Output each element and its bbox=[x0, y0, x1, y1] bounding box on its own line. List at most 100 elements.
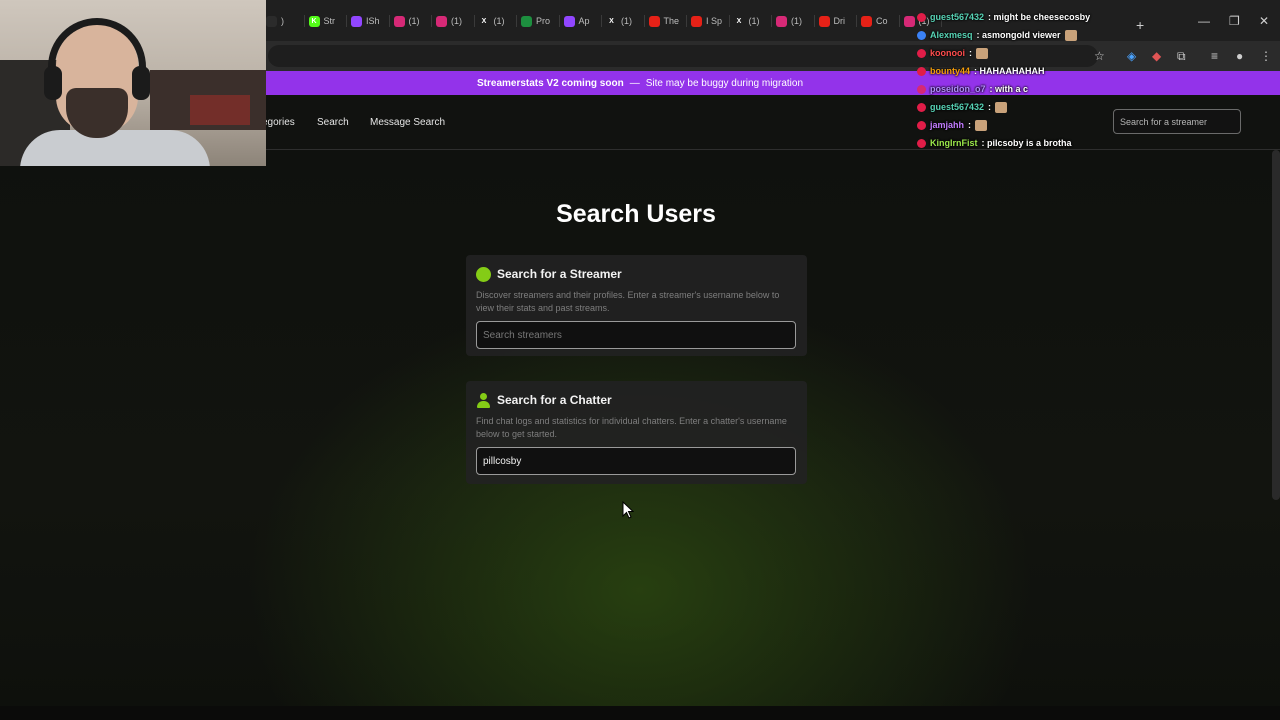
browser-tab[interactable]: Ap bbox=[560, 9, 602, 33]
chat-username: KingIrnFist bbox=[930, 138, 978, 148]
media-control-icon[interactable]: ≡ bbox=[1211, 49, 1218, 63]
chat-badge-icon bbox=[917, 66, 926, 76]
kick-icon: K bbox=[308, 15, 320, 27]
chat-message: koonooi: bbox=[917, 44, 1157, 62]
chat-emote-icon bbox=[975, 119, 988, 131]
tab-label: I Sp bbox=[706, 16, 723, 26]
tab-label: Dri bbox=[833, 16, 846, 26]
card-title: Search for a Streamer bbox=[497, 267, 622, 281]
browser-tab[interactable]: X (1) bbox=[475, 9, 517, 33]
tab-label: ISh bbox=[366, 16, 380, 26]
extensions-puzzle-icon[interactable]: ⧉ bbox=[1177, 49, 1186, 64]
chat-message: jamjahh: bbox=[917, 116, 1157, 134]
chat-message-text: : with a c bbox=[989, 84, 1029, 94]
chat-message-text: : pilcsoby is a brotha bbox=[981, 138, 1072, 148]
chat-message: KingIrnFist: pilcsoby is a brotha bbox=[917, 134, 1157, 152]
chat-message-text: : HAHAAHAHAH bbox=[974, 66, 1045, 76]
browser-tab[interactable]: ) bbox=[262, 9, 305, 33]
youtube-icon bbox=[691, 15, 702, 27]
tab-label: Co bbox=[876, 16, 888, 26]
tab-label: (1) bbox=[451, 16, 462, 26]
instagram-icon bbox=[393, 15, 405, 27]
tab-label: ) bbox=[281, 16, 284, 26]
chat-message: guest567432: bbox=[917, 98, 1157, 116]
browser-tab[interactable]: I Sp bbox=[687, 9, 730, 33]
mouse-cursor-icon bbox=[622, 501, 634, 519]
minimize-icon[interactable]: — bbox=[1198, 14, 1210, 28]
tab-label: The bbox=[663, 16, 680, 26]
card-description: Discover streamers and their profiles. E… bbox=[476, 290, 780, 313]
nav-link-message-search[interactable]: Message Search bbox=[370, 117, 445, 128]
browser-tab[interactable]: Pro bbox=[517, 9, 560, 33]
browser-tab[interactable]: (1) bbox=[772, 9, 815, 33]
banner-text: Site may be buggy during migration bbox=[645, 77, 804, 89]
tab-label: Str bbox=[323, 16, 336, 26]
browser-tab[interactable]: Dri bbox=[815, 9, 857, 33]
main-content: Search Users Search for a Streamer Disco… bbox=[0, 150, 1280, 720]
tab-label: Ap bbox=[578, 16, 590, 26]
circle-icon bbox=[476, 266, 491, 282]
browser-tab[interactable]: (1) bbox=[390, 9, 432, 33]
pin-icon bbox=[521, 15, 532, 27]
browser-tab[interactable]: X (1) bbox=[602, 9, 645, 33]
youtube-icon bbox=[861, 15, 872, 27]
restore-icon[interactable]: ❐ bbox=[1229, 14, 1240, 28]
card-header: Search for a Streamer bbox=[476, 265, 797, 283]
youtube-icon bbox=[818, 15, 830, 27]
chat-message: poseidon_o7: with a c bbox=[917, 80, 1157, 98]
tab-label: (1) bbox=[748, 16, 760, 26]
nav-link-search[interactable]: Search bbox=[317, 117, 349, 128]
browser-tab[interactable]: K Str bbox=[305, 9, 347, 33]
nav-link-categories[interactable]: egories bbox=[262, 117, 295, 128]
bottom-edge bbox=[0, 706, 1280, 720]
chat-message-text: : bbox=[988, 102, 992, 112]
x-icon: X bbox=[733, 15, 745, 27]
instagram-icon bbox=[903, 15, 915, 27]
tab-label: (1) bbox=[791, 16, 802, 26]
chat-emote-icon bbox=[976, 47, 988, 59]
x-icon: X bbox=[478, 15, 490, 27]
tab-label: (1) bbox=[493, 16, 505, 26]
chat-badge-icon bbox=[917, 12, 926, 22]
chat-emote-icon bbox=[1064, 29, 1077, 41]
chat-overlay: guest567432: might be cheesecosby Alexmes… bbox=[917, 8, 1157, 152]
chat-badge-icon bbox=[917, 120, 926, 130]
browser-tab[interactable]: (1) bbox=[432, 9, 475, 33]
tab-label: Pro bbox=[536, 16, 551, 26]
close-window-icon[interactable]: ✕ bbox=[1259, 14, 1269, 28]
chat-username: guest567432 bbox=[930, 102, 985, 112]
page-title: Search Users bbox=[556, 200, 716, 228]
chat-message-text: : bbox=[968, 120, 972, 130]
browser-tab[interactable]: X (1) bbox=[730, 9, 772, 33]
chat-badge-icon bbox=[917, 48, 926, 58]
chat-message-text: : asmongold viewer bbox=[976, 30, 1061, 40]
twitch-icon bbox=[563, 15, 575, 27]
chat-message: guest567432: might be cheesecosby bbox=[917, 8, 1157, 26]
youtube-icon bbox=[648, 15, 660, 27]
chatter-search-card: Search for a Chatter Find chat logs and … bbox=[466, 381, 807, 484]
x-icon: X bbox=[606, 15, 617, 27]
browser-tab[interactable]: Co bbox=[857, 9, 900, 33]
browser-tab[interactable]: The bbox=[645, 9, 687, 33]
profile-avatar-icon[interactable]: ● bbox=[1236, 49, 1243, 63]
tab-label: (1) bbox=[621, 16, 632, 26]
menu-kebab-icon[interactable]: ⋮ bbox=[1260, 49, 1272, 63]
page-scrollbar[interactable] bbox=[1272, 150, 1280, 500]
chat-badge-icon bbox=[917, 138, 926, 148]
chat-badge-icon bbox=[917, 30, 926, 40]
streamer-search-input[interactable] bbox=[476, 321, 796, 349]
card-header: Search for a Chatter bbox=[476, 391, 797, 409]
tab-icon bbox=[266, 15, 277, 27]
instagram-icon bbox=[436, 15, 447, 27]
card-title: Search for a Chatter bbox=[497, 393, 612, 407]
chatter-search-input[interactable] bbox=[476, 447, 796, 475]
chat-badge-icon bbox=[917, 102, 926, 112]
banner-headline: Streamerstats V2 coming soon bbox=[476, 77, 624, 89]
browser-tab[interactable]: ISh bbox=[347, 9, 390, 33]
card-description: Find chat logs and statistics for indivi… bbox=[476, 416, 787, 439]
chat-username: koonooi bbox=[930, 48, 965, 58]
chat-username: bounty44 bbox=[930, 66, 971, 76]
banner-dash: — bbox=[629, 77, 640, 89]
chat-username: Alexmesq bbox=[930, 30, 973, 40]
chat-username: guest567432 bbox=[930, 12, 985, 22]
